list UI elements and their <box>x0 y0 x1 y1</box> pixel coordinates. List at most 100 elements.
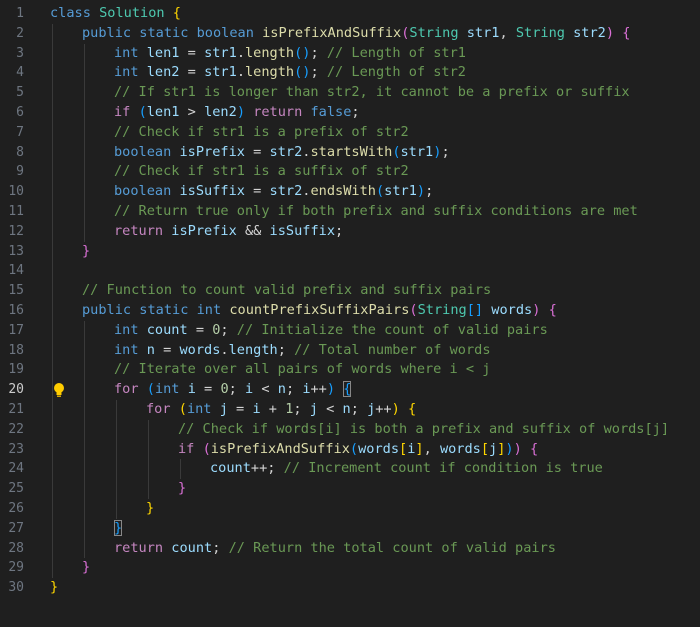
code-text: if (isPrefixAndSuffix(words[i], words[j]… <box>178 440 538 460</box>
code-token: j <box>489 440 498 457</box>
code-token: length <box>245 64 295 81</box>
code-line[interactable]: 5 // If str1 is longer than str2, it cann… <box>0 83 700 103</box>
code-line[interactable]: 24 count++; // Increment count if conditi… <box>0 459 700 480</box>
code-line[interactable]: 20 for (int i = 0; i < n; i++) { <box>0 380 700 400</box>
code-line[interactable]: 2 public static boolean isPrefixAndSuffix… <box>0 23 700 44</box>
line-number: 7 <box>16 124 24 140</box>
code-token: length <box>245 44 295 61</box>
code-line[interactable]: 18 int n = words.length; // Total number … <box>0 340 700 361</box>
code-line[interactable]: 9 // Check if str1 is a suffix of str2 <box>0 162 700 183</box>
code-line[interactable]: 26} <box>0 498 700 519</box>
code-line[interactable]: 27} <box>0 518 700 539</box>
indent-guide <box>84 518 85 539</box>
code-token: ) <box>236 103 245 120</box>
line-number: 29 <box>8 560 24 576</box>
indent-guide <box>52 162 53 183</box>
code-token: } <box>114 519 123 536</box>
indent-guide <box>84 63 85 84</box>
code-line[interactable]: 4 int len2 = str1.length(); // Length of … <box>0 63 700 84</box>
code-line[interactable]: 15 // Function to count valid prefix and … <box>0 281 700 301</box>
code-line[interactable]: 1 class Solution { <box>0 4 700 24</box>
code-line[interactable]: 19 // Iterate over all pairs of words whe… <box>0 360 700 381</box>
code-lines: 1 class Solution {2 public static boolean … <box>0 4 700 598</box>
code-token: // If str1 is longer than str2, it canno… <box>114 84 630 101</box>
indent-guide <box>148 419 149 440</box>
lightbulb-icon[interactable] <box>52 382 66 398</box>
indent-guide <box>52 23 53 44</box>
code-editor[interactable]: 1 class Solution {2 public static boolean … <box>0 0 700 627</box>
code-line[interactable]: 17 int count = 0; // Initialize the count… <box>0 320 700 341</box>
code-token: [ <box>399 440 408 457</box>
code-token: int <box>114 321 147 338</box>
indent-guide <box>52 122 53 143</box>
code-line[interactable]: 22 // Check if words[i] is both a prefix … <box>0 419 700 440</box>
code-token: = <box>154 341 180 358</box>
indent-guide <box>84 439 85 460</box>
code-token: isSuffix <box>179 183 245 200</box>
code-token: i <box>252 400 261 417</box>
code-token: count <box>146 321 188 338</box>
line-number: 18 <box>8 342 24 358</box>
code-line[interactable]: 21 for (int j = i + 1; j < n; j++) { <box>0 399 700 420</box>
code-line[interactable]: 29} <box>0 558 700 579</box>
code-token: n <box>342 400 351 417</box>
code-line[interactable]: 12 return isPrefix && isSuffix; <box>0 221 700 242</box>
code-token: int <box>196 301 230 318</box>
indent-guide <box>84 479 85 499</box>
code-token: int <box>186 400 220 417</box>
code-text: for (int i = 0; i < n; i++) { <box>114 380 352 400</box>
code-token: // Return the total count of valid pairs <box>228 539 556 556</box>
code-token: ++ <box>310 381 327 398</box>
code-token: { <box>529 440 539 457</box>
code-text: class Solution { <box>50 4 181 24</box>
code-line[interactable]: 8 boolean isPrefix = str2.startsWith(str1… <box>0 142 700 163</box>
code-token: str1 <box>384 183 417 200</box>
code-text: } <box>146 499 154 519</box>
code-token: int <box>114 64 147 81</box>
code-token: boolean <box>114 143 180 160</box>
code-text: } <box>82 242 90 262</box>
indent-guide <box>84 360 85 381</box>
code-token: ; <box>220 321 237 338</box>
code-token: // Total number of words <box>294 341 491 358</box>
code-token: boolean <box>196 24 263 41</box>
code-token: str1 <box>204 64 237 81</box>
code-line[interactable]: 10 boolean isSuffix = str2.endsWith(str1)… <box>0 182 700 202</box>
code-line[interactable]: 14 <box>0 261 700 282</box>
code-token: int <box>114 341 147 358</box>
code-token: ; <box>277 341 295 358</box>
code-text: } <box>178 479 186 499</box>
code-line[interactable]: 11 // Return true only if both prefix and… <box>0 201 700 222</box>
code-token: if <box>114 103 139 120</box>
code-line[interactable]: 3 int len1 = str1.length(); // Length of … <box>0 43 700 64</box>
code-token: str2 <box>573 24 606 41</box>
code-line[interactable]: 28 return count; // Return the total coun… <box>0 538 700 559</box>
code-line[interactable]: 7 // Check if str1 is a prefix of str2 <box>0 122 700 143</box>
code-line[interactable]: 13} <box>0 241 700 262</box>
code-token: endsWith <box>310 183 376 200</box>
code-token: // Check if str1 is a prefix of str2 <box>114 123 409 140</box>
code-token: ( <box>146 381 155 398</box>
code-line[interactable]: 30} <box>0 578 700 598</box>
indent-guide <box>84 201 85 222</box>
code-token: countPrefixSuffixPairs <box>229 301 410 318</box>
code-token: < <box>317 400 343 417</box>
indent-guide <box>52 102 53 123</box>
code-text: // Check if str1 is a suffix of str2 <box>114 162 409 182</box>
code-line[interactable]: 25} <box>0 479 700 499</box>
code-line[interactable]: 23 if (isPrefixAndSuffix(words[i], words[… <box>0 439 700 460</box>
line-number: 28 <box>8 540 24 556</box>
line-number: 26 <box>8 500 24 516</box>
code-token: boolean <box>114 183 180 200</box>
code-token: str1 <box>204 44 237 61</box>
code-token: . <box>236 64 245 81</box>
code-line[interactable]: 16 public static int countPrefixSuffixPai… <box>0 300 700 321</box>
code-line[interactable]: 6 if (len1 > len2) return false; <box>0 102 700 123</box>
code-token: [] <box>466 301 484 318</box>
code-token: n <box>277 381 286 398</box>
code-token: static <box>139 24 197 41</box>
line-number: 15 <box>8 283 24 299</box>
code-token: for <box>114 381 147 398</box>
code-token: String <box>409 24 467 41</box>
